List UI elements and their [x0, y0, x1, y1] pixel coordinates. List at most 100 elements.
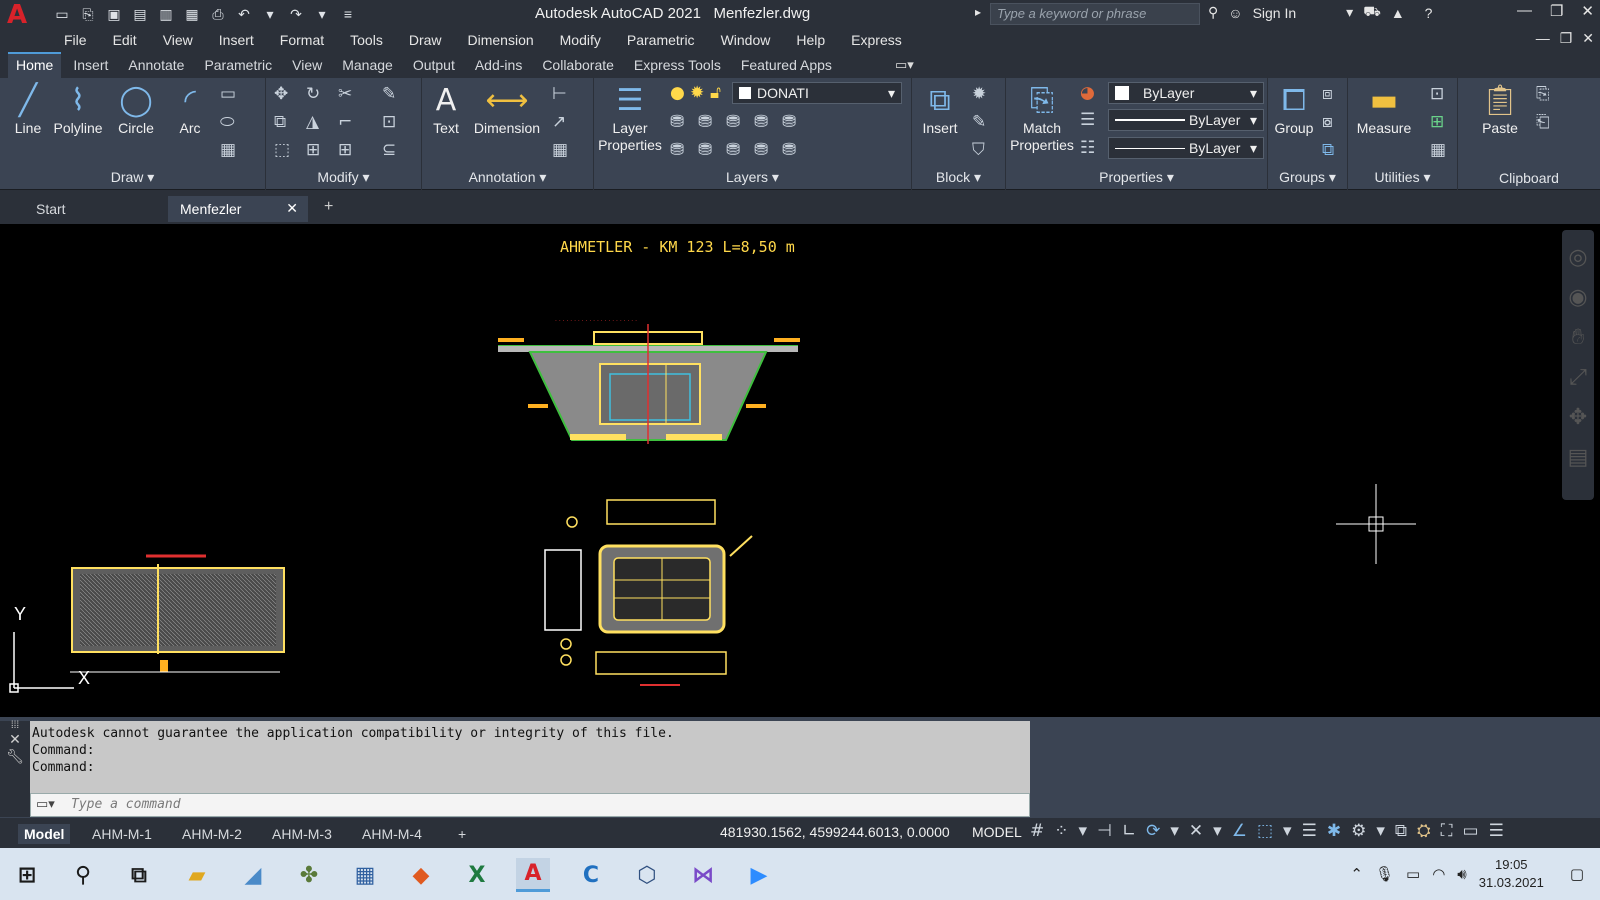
layer-tool-1-icon[interactable]: ⛃	[670, 112, 684, 132]
menu-express[interactable]: Express	[851, 32, 902, 48]
layer-tool-10-icon[interactable]: ⛃	[782, 140, 796, 160]
brave-browser-icon[interactable]: ◆	[404, 858, 438, 892]
menu-dimension[interactable]: Dimension	[468, 32, 534, 48]
layer-tool-4-icon[interactable]: ⛃	[754, 112, 768, 132]
visual-studio-icon[interactable]: ⋈	[686, 858, 720, 892]
layout-tab-ahm-m-4[interactable]: AHM-M-4	[356, 824, 428, 844]
zoom-extents-icon[interactable]: ⤢	[1562, 358, 1594, 398]
drawing-canvas[interactable]: AHMETLER - KM 123 L=8,50 m . . . . . . .…	[0, 224, 1600, 717]
layer-tool-3-icon[interactable]: ⛃	[726, 112, 740, 132]
array-icon[interactable]: ⊞	[338, 140, 352, 160]
ellipse-icon[interactable]: ⬭	[220, 112, 235, 132]
plot-icon[interactable]: ⎙	[206, 3, 230, 25]
create-block-icon[interactable]: ✹	[972, 84, 986, 104]
paint-app-icon[interactable]: ◢	[236, 858, 270, 892]
block-attribute-icon[interactable]: ⛉	[972, 140, 985, 160]
infer-constraints-icon[interactable]: ⊣	[1097, 821, 1112, 841]
culvert-plan-view[interactable]	[70, 554, 285, 673]
osnap-dropdown-icon[interactable]: ▾	[1283, 821, 1292, 841]
new-file-icon[interactable]: ▭	[50, 3, 74, 25]
steering-wheel-icon[interactable]: ◎	[1562, 238, 1594, 278]
explode-icon[interactable]: ⊡	[382, 112, 396, 132]
draw-panel-label[interactable]: Draw ▾	[0, 169, 265, 186]
annotation-panel-label[interactable]: Annotation ▾	[422, 169, 593, 186]
redo-dropdown-icon[interactable]: ▾	[310, 3, 334, 25]
ribbon-tab-manage[interactable]: Manage	[334, 54, 401, 78]
menu-file[interactable]: File	[64, 32, 87, 48]
ortho-icon[interactable]: ∟	[1122, 821, 1136, 841]
save-as-icon[interactable]: ▤	[128, 3, 152, 25]
workspace-dropdown-icon[interactable]: ▾	[1376, 821, 1385, 841]
autodesk-app-icon[interactable]: ▲	[1391, 5, 1405, 21]
color-dropdown[interactable]: ByLayer ▾	[1108, 82, 1264, 104]
pan-icon[interactable]: ✋︎	[1562, 318, 1594, 358]
stretch-icon[interactable]: ⬚	[274, 140, 290, 160]
showmotion-icon[interactable]: ▤	[1562, 438, 1594, 478]
close-icon[interactable]: ✕	[1581, 2, 1594, 20]
search-icon[interactable]: ⚲	[1208, 4, 1218, 21]
search-expand-icon[interactable]: ▸	[975, 5, 981, 19]
linear-dim-icon[interactable]: ⊢	[552, 84, 567, 104]
dimension-tool[interactable]: ⟷ Dimension	[470, 82, 544, 136]
rotate-icon[interactable]: ↻	[306, 84, 320, 104]
fullscreen-icon[interactable]: ▭	[1463, 821, 1479, 841]
notification-icon[interactable]: ▢	[1570, 865, 1584, 883]
layer-properties-tool[interactable]: ☰ Layer Properties	[598, 82, 662, 154]
ribbon-minimize-icon[interactable]: ▭▾	[895, 57, 914, 73]
menu-window[interactable]: Window	[721, 32, 771, 48]
id-point-icon[interactable]: ⊡	[1430, 84, 1444, 104]
help-icon[interactable]: ?	[1425, 5, 1433, 21]
hatch-icon[interactable]: ▦	[220, 140, 236, 160]
arc-tool[interactable]: ◜ Arc	[166, 82, 214, 136]
layer-lock-icon[interactable]: 🔓︎	[710, 83, 721, 103]
isodraft-icon[interactable]: ✕	[1189, 821, 1203, 841]
menu-insert[interactable]: Insert	[219, 32, 254, 48]
undo-dropdown-icon[interactable]: ▾	[258, 3, 282, 25]
edit-block-icon[interactable]: ✎	[972, 112, 986, 132]
quick-select-icon[interactable]: ⊞	[1430, 112, 1444, 132]
battery-icon[interactable]: ▭	[1406, 865, 1420, 883]
search-input[interactable]: Type a keyword or phrase	[990, 3, 1200, 25]
offset-icon[interactable]: ⊆	[382, 140, 396, 160]
menu-help[interactable]: Help	[796, 32, 825, 48]
file-explorer-icon[interactable]: ▰	[180, 858, 214, 892]
menu-draw[interactable]: Draw	[409, 32, 442, 48]
microphone-icon[interactable]: 🎙︎	[1375, 865, 1394, 883]
ribbon-tab-add-ins[interactable]: Add-ins	[467, 54, 530, 78]
task-view-icon[interactable]: ⧉	[122, 858, 156, 892]
modify-panel-label[interactable]: Modify ▾	[266, 169, 421, 186]
command-prompt-icon[interactable]: ▭▾	[36, 796, 55, 812]
ribbon-tab-output[interactable]: Output	[405, 54, 463, 78]
move-icon[interactable]: ✥	[274, 84, 288, 104]
c-app-icon[interactable]: C	[574, 858, 608, 892]
windows-start-icon[interactable]: ⊞	[10, 858, 44, 892]
layer-tool-5-icon[interactable]: ⛃	[782, 112, 796, 132]
workspace-gear-icon[interactable]: ⚙	[1351, 821, 1366, 841]
layer-tool-6-icon[interactable]: ⛃	[670, 140, 684, 160]
layout-tab-ahm-m-2[interactable]: AHM-M-2	[176, 824, 248, 844]
text-tool[interactable]: A Text	[426, 82, 466, 136]
excel-icon[interactable]: X	[460, 858, 494, 892]
ribbon-tab-collaborate[interactable]: Collaborate	[534, 54, 622, 78]
menu-view[interactable]: View	[163, 32, 193, 48]
menu-format[interactable]: Format	[280, 32, 324, 48]
lineweight-dropdown[interactable]: ByLayer ▾	[1108, 109, 1264, 131]
autocad-taskbar-icon[interactable]: A	[516, 858, 550, 892]
undo-icon[interactable]: ↶	[232, 3, 256, 25]
culvert-cross-section[interactable]: . . . . . . . . . . . . . . . . . . . . …	[498, 316, 800, 444]
clipboard-panel-label[interactable]: Clipboard	[1458, 170, 1600, 186]
publish-icon[interactable]: ▦	[180, 3, 204, 25]
coordinate-readout[interactable]: 481930.1562, 4599244.6013, 0.0000	[720, 824, 950, 840]
doc-restore-icon[interactable]: ❐	[1560, 30, 1573, 47]
ribbon-tab-parametric[interactable]: Parametric	[196, 54, 280, 78]
layout-tab-ahm-m-1[interactable]: AHM-M-1	[86, 824, 158, 844]
save-icon[interactable]: ▣	[102, 3, 126, 25]
osnap-icon[interactable]: ∠	[1232, 821, 1247, 841]
open-sheet-icon[interactable]: ▥	[154, 3, 178, 25]
volume-icon[interactable]: 🔊︎	[1457, 865, 1466, 883]
layer-tool-9-icon[interactable]: ⛃	[754, 140, 768, 160]
command-customize-icon[interactable]: 🔧︎	[0, 748, 30, 765]
line-tool[interactable]: ╱ Line	[8, 82, 48, 136]
calculator-app-icon[interactable]: ▦	[348, 858, 382, 892]
group-select-icon[interactable]: ⧉	[1322, 140, 1334, 160]
